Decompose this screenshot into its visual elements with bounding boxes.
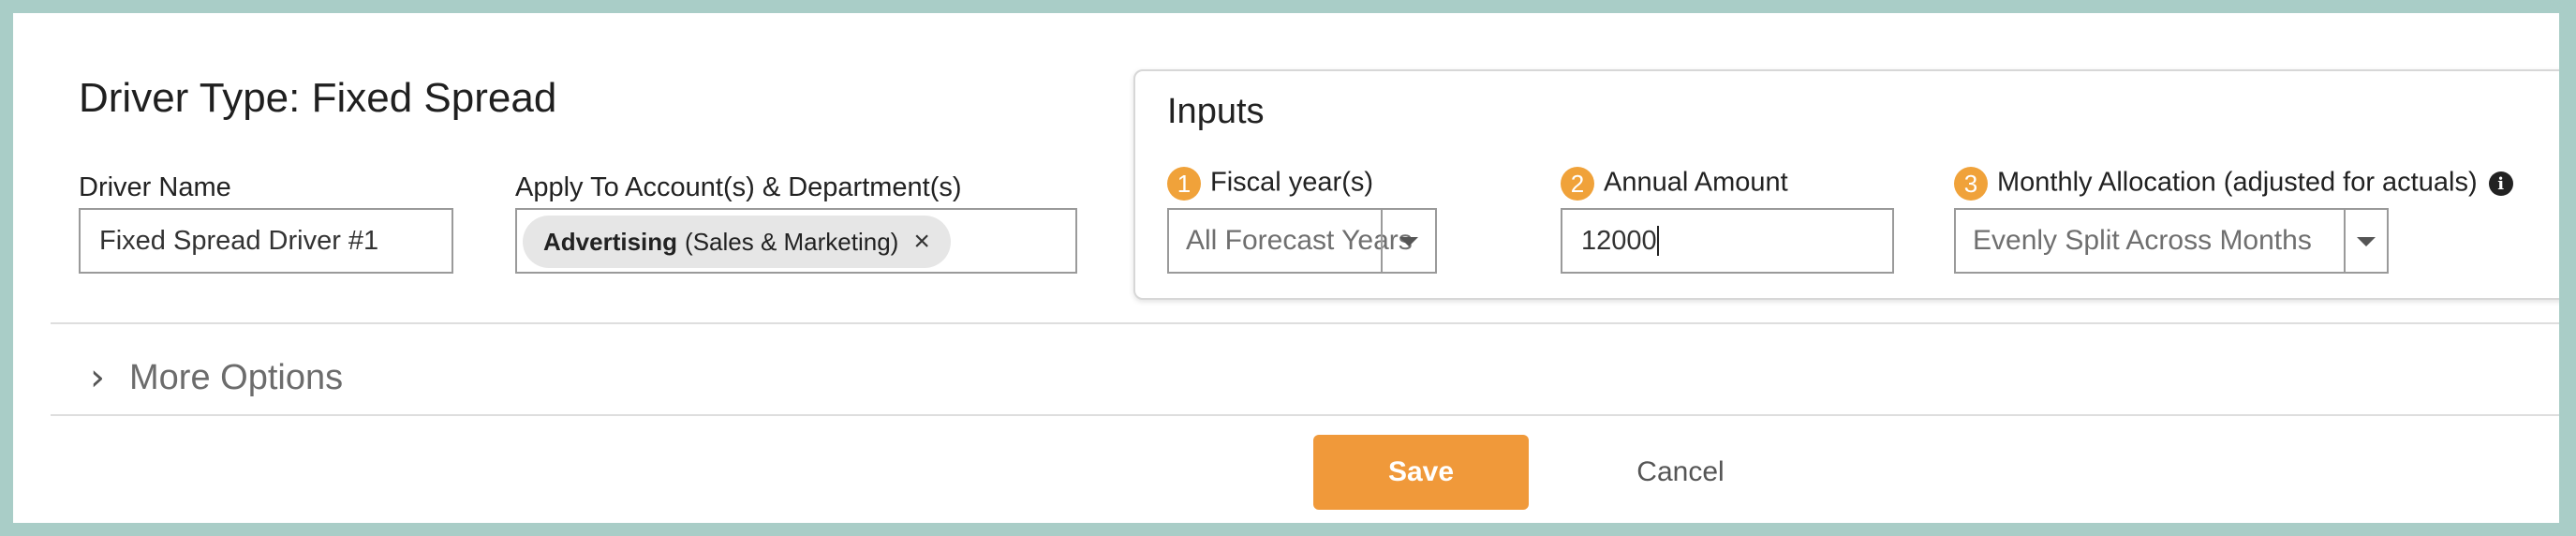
annual-amount-input[interactable]: 12000 bbox=[1561, 208, 1894, 274]
page-title: Driver Type: Fixed Spread bbox=[79, 75, 557, 121]
apply-to-input[interactable]: Advertising (Sales & Marketing) × bbox=[515, 208, 1077, 274]
driver-name-input[interactable]: Fixed Spread Driver #1 bbox=[79, 208, 453, 274]
chevron-down-icon[interactable] bbox=[2357, 237, 2376, 246]
chevron-down-icon[interactable] bbox=[1399, 237, 1418, 246]
fiscal-year-label: 1 Fiscal year(s) bbox=[1167, 167, 1373, 201]
apply-to-label: Apply To Account(s) & Department(s) bbox=[515, 172, 962, 202]
save-button[interactable]: Save bbox=[1313, 435, 1529, 510]
fiscal-year-select[interactable]: All Forecast Years bbox=[1167, 208, 1437, 274]
inputs-title: Inputs bbox=[1167, 92, 1265, 131]
select-divider bbox=[2344, 210, 2346, 272]
monthly-allocation-select[interactable]: Evenly Split Across Months bbox=[1954, 208, 2389, 274]
monthly-allocation-value: Evenly Split Across Months bbox=[1973, 225, 2312, 256]
chip-department: (Sales & Marketing) bbox=[685, 227, 899, 256]
text-cursor bbox=[1656, 226, 1659, 256]
step-1-badge: 1 bbox=[1167, 167, 1201, 201]
select-divider bbox=[1381, 210, 1383, 272]
annual-amount-label: 2 Annual Amount bbox=[1561, 167, 1788, 201]
fiscal-year-label-text: Fiscal year(s) bbox=[1210, 167, 1374, 198]
chevron-right-icon: › bbox=[90, 356, 105, 399]
info-icon[interactable]: i bbox=[2488, 171, 2513, 196]
more-options-label: More Options bbox=[129, 357, 344, 397]
fiscal-year-value: All Forecast Years bbox=[1186, 225, 1413, 256]
chip-account: Advertising bbox=[543, 227, 678, 256]
annual-amount-value: 12000 bbox=[1581, 225, 1657, 256]
close-icon[interactable]: × bbox=[913, 228, 930, 256]
more-options-toggle[interactable]: › More Options bbox=[90, 356, 343, 399]
step-3-badge: 3 bbox=[1954, 167, 1988, 201]
account-chip: Advertising (Sales & Marketing) × bbox=[523, 216, 951, 268]
annual-amount-label-text: Annual Amount bbox=[1604, 167, 1788, 198]
step-2-badge: 2 bbox=[1561, 167, 1594, 201]
monthly-allocation-label: 3 Monthly Allocation (adjusted for actual… bbox=[1954, 167, 2513, 201]
driver-name-value: Fixed Spread Driver #1 bbox=[99, 225, 379, 256]
driver-form: Driver Type: Fixed Spread Driver Name Fi… bbox=[13, 13, 2559, 523]
section-divider bbox=[51, 414, 2559, 416]
inputs-panel: Inputs 1 Fiscal year(s) All Forecast Year… bbox=[1133, 69, 2559, 300]
driver-name-label: Driver Name bbox=[79, 172, 231, 202]
monthly-allocation-label-text: Monthly Allocation (adjusted for actuals… bbox=[1997, 167, 2478, 198]
section-divider bbox=[51, 322, 2559, 324]
cancel-button[interactable]: Cancel bbox=[1606, 435, 1755, 510]
